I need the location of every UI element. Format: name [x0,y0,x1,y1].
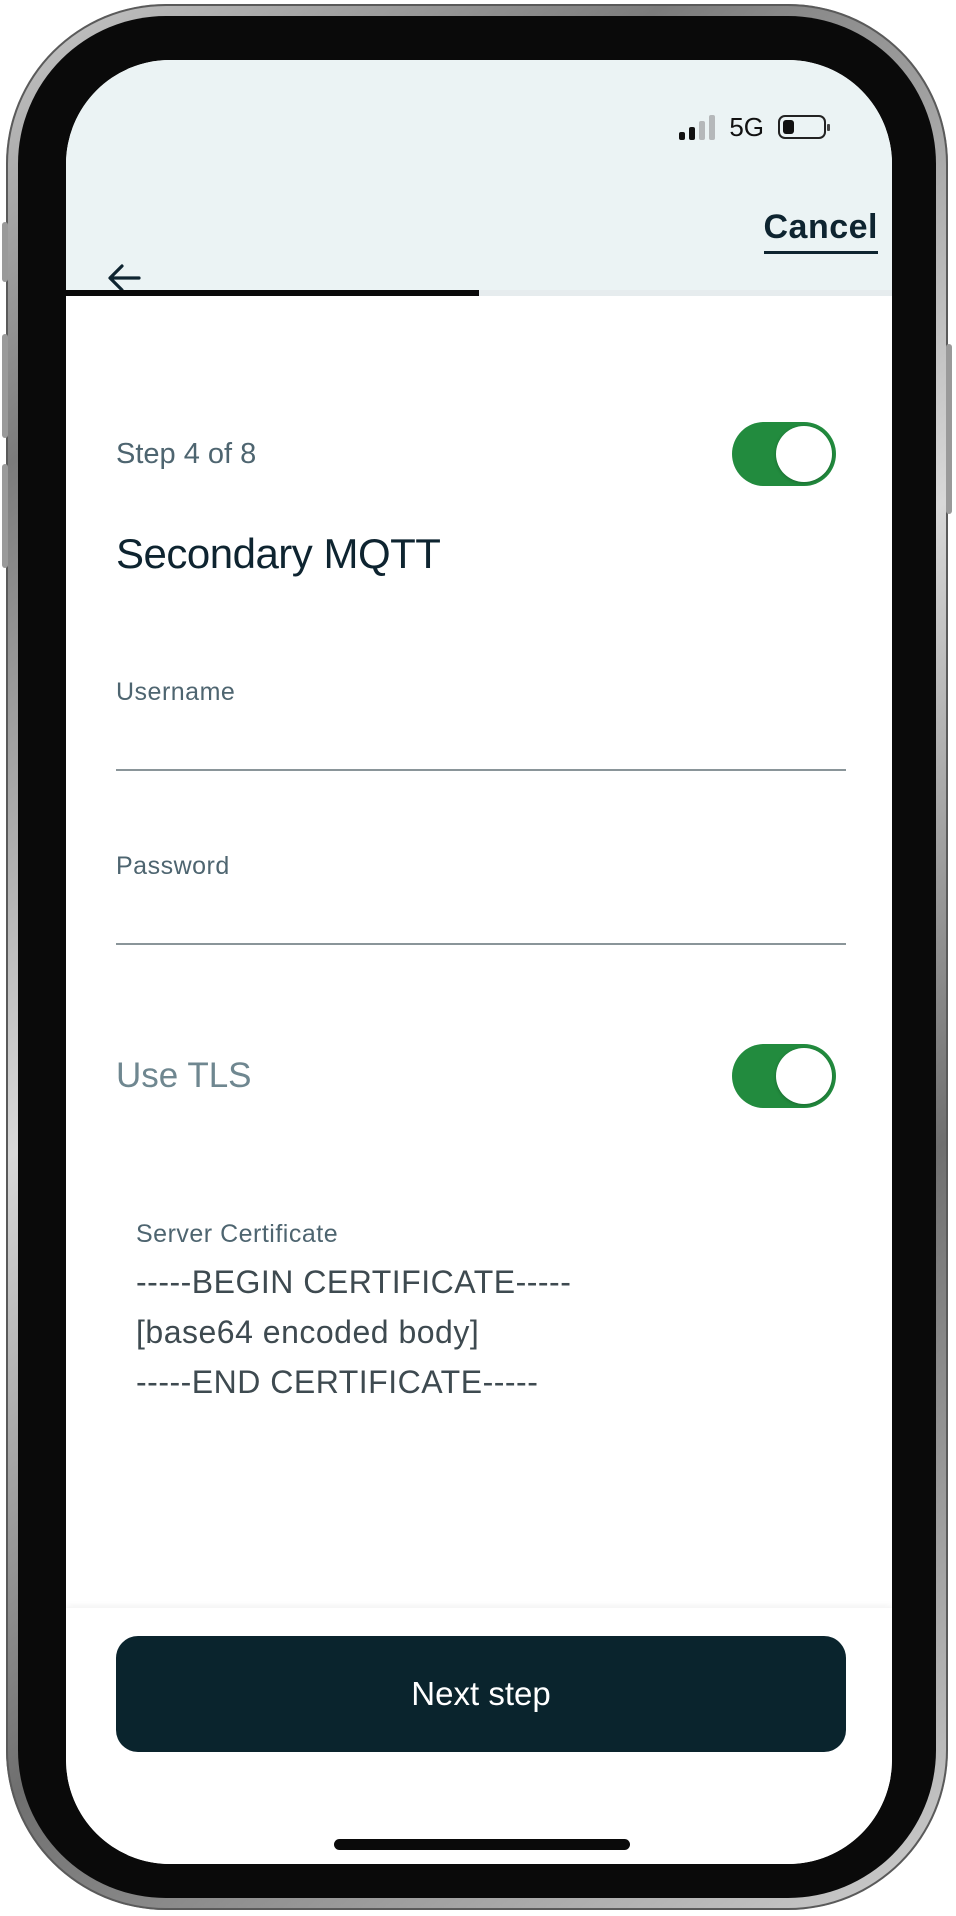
password-input[interactable] [116,889,846,945]
signal-bar [709,115,716,140]
step-indicator: Step 4 of 8 [116,438,257,470]
toggle-knob [776,426,832,482]
battery-level [783,120,794,134]
step-row: Step 4 of 8 [116,422,846,492]
phone-volume-up-button [2,334,8,438]
footer: Next step [66,1608,892,1864]
signal-bar [679,132,686,140]
phone-power-button [946,344,952,514]
phone-frame: 5G Cancel Step 4 of 8 Secondary MQTT Use… [2,4,952,1910]
tls-row: Use TLS [116,1044,846,1114]
app-header: 5G Cancel [66,60,892,292]
signal-icon [679,114,716,140]
phone-volume-down-button [2,464,8,568]
password-field: Password [116,852,846,945]
certificate-field[interactable]: Server Certificate -----BEGIN CERTIFICAT… [136,1220,826,1407]
enable-toggle[interactable] [732,422,836,486]
page-title: Secondary MQTT [116,530,441,577]
progress-fill [66,290,479,296]
next-step-button[interactable]: Next step [116,1636,846,1752]
signal-bar [689,127,696,140]
username-field: Username [116,678,846,771]
username-label: Username [116,678,236,706]
password-label: Password [116,852,230,880]
network-type: 5G [729,111,764,142]
tls-label: Use TLS [116,1056,252,1095]
status-bar: 5G [679,110,830,144]
phone-silent-switch [2,222,8,282]
app-screen: 5G Cancel Step 4 of 8 Secondary MQTT Use… [66,60,892,1864]
battery-icon [778,115,830,139]
certificate-label: Server Certificate [136,1220,339,1248]
toggle-knob [776,1048,832,1104]
home-indicator [334,1839,630,1850]
certificate-value[interactable]: -----BEGIN CERTIFICATE----- [base64 enco… [136,1257,826,1407]
cancel-button[interactable]: Cancel [763,208,878,254]
signal-bar [699,121,706,140]
tls-toggle[interactable] [732,1044,836,1108]
username-input[interactable] [116,715,846,771]
arrow-left-icon [108,264,141,292]
progress-bar [66,290,892,296]
